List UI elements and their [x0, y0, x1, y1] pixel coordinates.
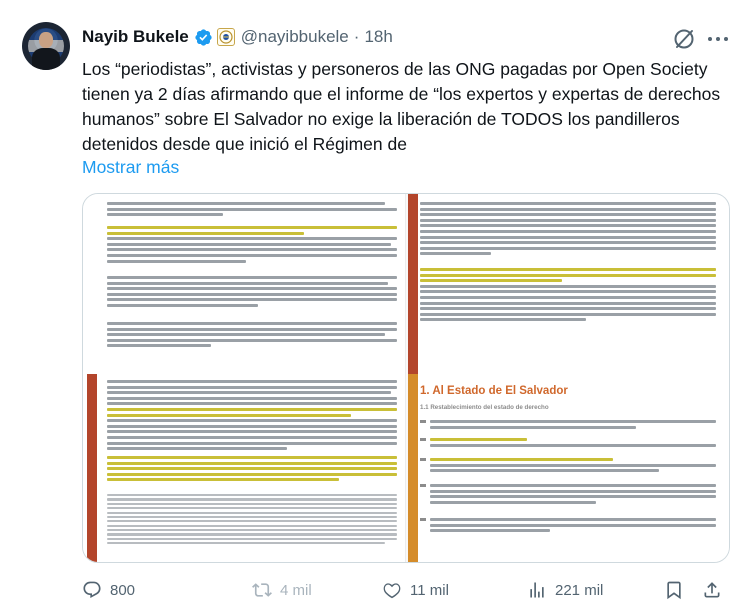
- tweet-header: Nayib Bukele @nayibbukele · 18h: [82, 25, 393, 49]
- views-icon: [530, 582, 544, 598]
- document-page-right: 1. Al Estado de El Salvador 1.1 Restable…: [408, 194, 729, 562]
- share-icon: [704, 582, 720, 598]
- more-icon[interactable]: [706, 27, 730, 51]
- share-button[interactable]: [702, 577, 730, 603]
- affiliation-seal-icon[interactable]: [216, 28, 235, 46]
- verified-badge-icon[interactable]: [194, 28, 213, 47]
- bookmark-button[interactable]: [664, 577, 692, 603]
- reply-icon: [83, 581, 101, 599]
- views-button[interactable]: 221 mil: [527, 577, 603, 603]
- action-bar: 800 4 mil 11 mil 221 mil: [82, 577, 732, 603]
- repost-count: 4 mil: [280, 581, 312, 599]
- repost-button[interactable]: 4 mil: [252, 577, 312, 603]
- author-handle[interactable]: @nayibbukele: [241, 27, 349, 47]
- timestamp[interactable]: 18h: [364, 27, 392, 47]
- reply-count: 800: [110, 581, 136, 599]
- tweet-text: Los “periodistas”, activistas y personer…: [82, 59, 721, 154]
- document-page-left: [83, 194, 407, 562]
- like-count: 11 mil: [410, 581, 449, 599]
- section-title: 1. Al Estado de El Salvador: [420, 385, 568, 397]
- author-name[interactable]: Nayib Bukele: [82, 27, 189, 47]
- grok-icon[interactable]: [672, 27, 696, 51]
- media-image-document-pages[interactable]: 1. Al Estado de El Salvador 1.1 Restable…: [82, 193, 730, 563]
- views-count: 221 mil: [555, 581, 604, 599]
- like-button[interactable]: 11 mil: [382, 577, 449, 603]
- repost-icon: [252, 583, 272, 597]
- reply-button[interactable]: 800: [82, 577, 135, 603]
- separator-dot: ·: [353, 27, 360, 46]
- bookmark-icon: [667, 581, 681, 600]
- show-more-link[interactable]: Mostrar más: [82, 157, 179, 178]
- like-icon: [383, 583, 401, 599]
- tweet: Nayib Bukele @nayibbukele · 18h Los “per…: [0, 0, 746, 611]
- section-subtitle: 1.1 Restablecimiento del estado de derec…: [420, 404, 549, 411]
- avatar[interactable]: [22, 22, 70, 70]
